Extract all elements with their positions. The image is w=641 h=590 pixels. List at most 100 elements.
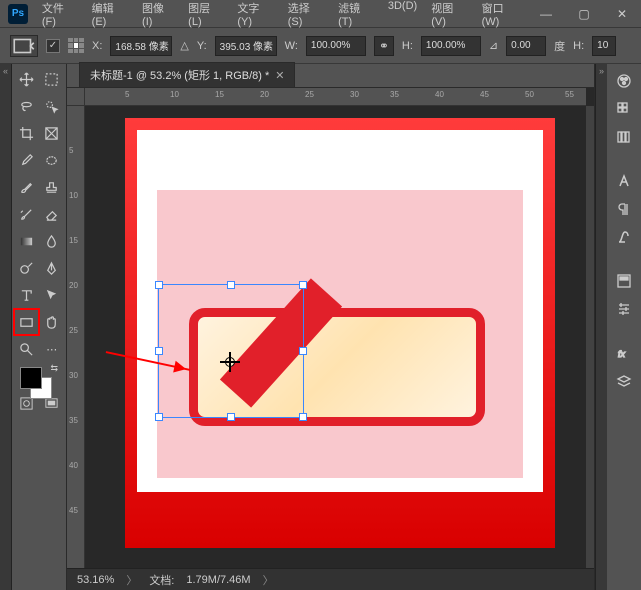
paragraph-panel-icon[interactable] (613, 198, 635, 220)
patch-tool[interactable] (40, 147, 65, 173)
angle-icon: ⊿ (489, 39, 498, 52)
transform-bbox[interactable] (158, 284, 304, 418)
hskew-field[interactable]: 10 (592, 36, 616, 56)
document-tab[interactable]: 未标题-1 @ 53.2% (矩形 1, RGB/8) * ✕ (79, 62, 295, 87)
handle-top[interactable] (227, 281, 235, 289)
delta-icon[interactable]: △ (180, 39, 188, 52)
vertical-scrollbar[interactable] (586, 106, 594, 568)
canvas[interactable] (125, 118, 555, 548)
document-tab-title: 未标题-1 @ 53.2% (矩形 1, RGB/8) * (90, 67, 269, 83)
tool-preset-picker[interactable] (10, 35, 38, 57)
type-tool[interactable] (14, 282, 39, 308)
rectangle-tool[interactable] (14, 309, 39, 335)
horizontal-ruler[interactable]: 510152025303540455055 (85, 88, 586, 106)
document-area: 未标题-1 @ 53.2% (矩形 1, RGB/8) * ✕ 51015202… (67, 64, 595, 590)
doc-info-value: 1.79M/7.46M (186, 574, 250, 586)
layers-panel-icon[interactable] (613, 370, 635, 392)
menu-file[interactable]: 文件(F) (36, 0, 84, 32)
maximize-button[interactable]: ▢ (565, 0, 603, 28)
menu-edit[interactable]: 编辑(E) (86, 0, 134, 32)
handle-right[interactable] (299, 347, 307, 355)
collapsed-panels: fx (607, 64, 641, 590)
x-label: X: (92, 40, 102, 52)
titlebar: Ps 文件(F) 编辑(E) 图像(I) 图层(L) 文字(Y) 选择(S) 滤… (0, 0, 641, 28)
properties-panel-icon[interactable] (613, 270, 635, 292)
eraser-tool[interactable] (40, 201, 65, 227)
menu-filter[interactable]: 滤镜(T) (332, 0, 380, 32)
crop-tool[interactable] (14, 120, 39, 146)
w-field[interactable]: 100.00% (306, 36, 366, 56)
swatches-panel-icon[interactable] (613, 98, 635, 120)
handle-bottom-right[interactable] (299, 413, 307, 421)
lasso-tool[interactable] (14, 93, 39, 119)
edit-toolbar[interactable]: ⋯ (40, 336, 65, 362)
dodge-tool[interactable] (14, 255, 39, 281)
menu-select[interactable]: 选择(S) (282, 0, 330, 32)
eyedropper-tool[interactable] (14, 147, 39, 173)
brush-tool[interactable] (14, 174, 39, 200)
y-field[interactable]: 395.03 像素 (215, 36, 277, 56)
marquee-tool[interactable] (40, 66, 65, 92)
workarea: « ⋯ ⇆ 未标题-1 @ 53.2% (0, 64, 641, 590)
handle-bottom[interactable] (227, 413, 235, 421)
svg-text:fx: fx (618, 349, 626, 359)
close-button[interactable]: ✕ (603, 0, 641, 28)
frame-tool[interactable] (40, 120, 65, 146)
blur-tool[interactable] (40, 228, 65, 254)
pen-tool[interactable] (40, 255, 65, 281)
x-field[interactable]: 168.58 像素 (110, 36, 172, 56)
swap-colors-icon[interactable]: ⇆ (50, 363, 58, 374)
zoom-menu-icon[interactable]: 〉 (126, 572, 137, 588)
doc-info-label: 文档: (149, 572, 174, 588)
styles-panel-icon[interactable]: fx (613, 342, 635, 364)
h-field[interactable]: 100.00% (421, 36, 481, 56)
minimize-button[interactable]: — (527, 0, 565, 28)
ruler-origin[interactable] (67, 88, 85, 106)
color-swatches[interactable]: ⇆ (14, 363, 64, 407)
menu-window[interactable]: 窗口(W) (476, 0, 527, 32)
right-collapse-strip[interactable]: » (595, 64, 607, 590)
app-logo: Ps (8, 4, 28, 24)
zoom-tool[interactable] (14, 336, 39, 362)
tab-bar: 未标题-1 @ 53.2% (矩形 1, RGB/8) * ✕ (67, 64, 594, 88)
handle-bottom-left[interactable] (155, 413, 163, 421)
artboard (137, 130, 543, 492)
adjustments-panel-icon[interactable] (613, 298, 635, 320)
w-label: W: (285, 40, 298, 52)
h-label: H: (402, 40, 413, 52)
quick-select-tool[interactable] (40, 93, 65, 119)
menu-image[interactable]: 图像(I) (136, 0, 180, 32)
left-collapse-strip[interactable]: « (0, 64, 12, 590)
gradient-tool[interactable] (14, 228, 39, 254)
menu-3d[interactable]: 3D(D) (382, 0, 423, 32)
character-panel-icon[interactable] (613, 170, 635, 192)
menu-layer[interactable]: 图层(L) (182, 0, 229, 32)
color-panel-icon[interactable] (613, 70, 635, 92)
menu-view[interactable]: 视图(V) (425, 0, 473, 32)
options-bar: ✓ X: 168.58 像素 △ Y: 395.03 像素 W: 100.00%… (0, 28, 641, 64)
vertical-ruler[interactable]: 51015202530354045 (67, 106, 85, 568)
glyphs-panel-icon[interactable] (613, 226, 635, 248)
canvas-viewport[interactable]: 510152025303540455055 51015202530354045 (67, 88, 594, 590)
move-tool[interactable] (14, 66, 39, 92)
close-tab-icon[interactable]: ✕ (275, 69, 284, 82)
reference-point-locator[interactable] (68, 38, 84, 54)
hand-tool[interactable] (40, 309, 65, 335)
handle-top-right[interactable] (299, 281, 307, 289)
menu-type[interactable]: 文字(Y) (231, 0, 279, 32)
foreground-swatch[interactable] (20, 367, 42, 389)
path-select-tool[interactable] (40, 282, 65, 308)
aspect-lock-icon[interactable]: ⚭ (374, 36, 394, 56)
libraries-panel-icon[interactable] (613, 126, 635, 148)
angle-field[interactable]: 0.00 (506, 36, 546, 56)
toggle-reference-point[interactable]: ✓ (46, 39, 60, 53)
zoom-readout[interactable]: 53.16% (77, 574, 114, 586)
stamp-tool[interactable] (40, 174, 65, 200)
window-controls: — ▢ ✕ (527, 0, 641, 28)
status-bar: 53.16% 〉 文档: 1.79M/7.46M 〉 (67, 568, 594, 590)
menu-bar: 文件(F) 编辑(E) 图像(I) 图层(L) 文字(Y) 选择(S) 滤镜(T… (36, 0, 527, 32)
handle-top-left[interactable] (155, 281, 163, 289)
doc-info-menu-icon[interactable]: 〉 (263, 572, 274, 588)
handle-left[interactable] (155, 347, 163, 355)
history-brush-tool[interactable] (14, 201, 39, 227)
